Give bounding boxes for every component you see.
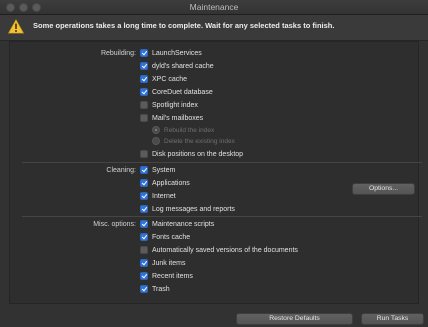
- spotlight-checkbox[interactable]: [140, 101, 148, 109]
- option-label: XPC cache: [152, 75, 188, 83]
- option-spotlight-index[interactable]: Spotlight index: [140, 101, 198, 109]
- misc-options-label: Misc. options:: [93, 221, 136, 228]
- option-label: Mail's mailboxes: [152, 114, 204, 122]
- option-label: Trash: [152, 285, 170, 293]
- option-log-messages[interactable]: Log messages and reports: [140, 205, 235, 213]
- launchservices-checkbox[interactable]: [140, 49, 148, 57]
- option-label: dyld's shared cache: [152, 62, 214, 70]
- option-label: Fonts cache: [152, 233, 191, 241]
- cleaning-label: Cleaning:: [106, 167, 136, 174]
- option-applications[interactable]: Applications: [140, 179, 190, 187]
- warning-banner: Some operations takes a long time to com…: [0, 15, 428, 41]
- option-label: Applications: [152, 179, 190, 187]
- autosaved-versions-checkbox[interactable]: [140, 246, 148, 254]
- option-maintenance-scripts[interactable]: Maintenance scripts: [140, 220, 214, 228]
- radio-rebuild-index[interactable]: Rebuild the index: [152, 126, 214, 134]
- option-label: Log messages and reports: [152, 205, 235, 213]
- dyld-cache-checkbox[interactable]: [140, 62, 148, 70]
- option-label: Disk positions on the desktop: [152, 150, 244, 158]
- option-junk-items[interactable]: Junk items: [140, 259, 185, 267]
- option-fonts-cache[interactable]: Fonts cache: [140, 233, 190, 241]
- system-checkbox[interactable]: [140, 166, 148, 174]
- warning-message: Some operations takes a long time to com…: [33, 21, 335, 30]
- option-dyld-shared-cache[interactable]: dyld's shared cache: [140, 62, 214, 70]
- mail-mailboxes-checkbox[interactable]: [140, 114, 148, 122]
- run-tasks-button[interactable]: Run Tasks: [361, 313, 424, 325]
- option-recent-items[interactable]: Recent items: [140, 272, 193, 280]
- maintenance-scripts-checkbox[interactable]: [140, 220, 148, 228]
- coreduet-checkbox[interactable]: [140, 88, 148, 96]
- radio-delete-index[interactable]: Delete the existing index: [152, 137, 235, 145]
- warning-icon: [8, 19, 24, 34]
- option-autosaved-versions[interactable]: Automatically saved versions of the docu…: [140, 246, 298, 254]
- option-label: Junk items: [152, 259, 186, 267]
- option-coreduet-database[interactable]: CoreDuet database: [140, 88, 213, 96]
- delete-index-radio[interactable]: [152, 137, 160, 145]
- junk-items-checkbox[interactable]: [140, 259, 148, 267]
- window-title: Maintenance: [189, 2, 239, 12]
- option-label: Recent items: [152, 272, 193, 280]
- option-label: Maintenance scripts: [152, 220, 215, 228]
- title-bar: Maintenance: [0, 0, 428, 15]
- maintenance-panel: Rebuilding: LaunchServices dyld's shared…: [9, 41, 422, 304]
- xpc-cache-checkbox[interactable]: [140, 75, 148, 83]
- log-messages-checkbox[interactable]: [140, 205, 148, 213]
- option-label: Automatically saved versions of the docu…: [152, 246, 298, 254]
- applications-checkbox[interactable]: [140, 179, 148, 187]
- option-label: Internet: [152, 192, 176, 200]
- option-launchservices[interactable]: LaunchServices: [140, 49, 202, 57]
- radio-label: Delete the existing index: [164, 137, 235, 145]
- footer-bar: Restore Defaults Run Tasks: [0, 304, 428, 327]
- disk-positions-checkbox[interactable]: [140, 150, 148, 158]
- option-system[interactable]: System: [140, 166, 175, 174]
- option-label: CoreDuet database: [152, 88, 213, 96]
- option-disk-positions[interactable]: Disk positions on the desktop: [140, 150, 243, 158]
- fonts-cache-checkbox[interactable]: [140, 233, 148, 241]
- section-divider: [22, 162, 422, 163]
- internet-checkbox[interactable]: [140, 192, 148, 200]
- recent-items-checkbox[interactable]: [140, 272, 148, 280]
- radio-label: Rebuild the index: [164, 126, 215, 134]
- option-internet[interactable]: Internet: [140, 192, 176, 200]
- option-label: System: [152, 166, 176, 174]
- restore-defaults-button[interactable]: Restore Defaults: [236, 313, 353, 325]
- options-button[interactable]: Options...: [352, 183, 415, 195]
- option-mail-mailboxes[interactable]: Mail's mailboxes: [140, 114, 203, 122]
- trash-checkbox[interactable]: [140, 285, 148, 293]
- option-xpc-cache[interactable]: XPC cache: [140, 75, 187, 83]
- section-divider: [22, 216, 422, 217]
- option-label: LaunchServices: [152, 49, 202, 57]
- option-label: Spotlight index: [152, 101, 198, 109]
- rebuilding-label: Rebuilding:: [100, 50, 136, 57]
- option-trash[interactable]: Trash: [140, 285, 170, 293]
- rebuild-index-radio[interactable]: [152, 126, 160, 134]
